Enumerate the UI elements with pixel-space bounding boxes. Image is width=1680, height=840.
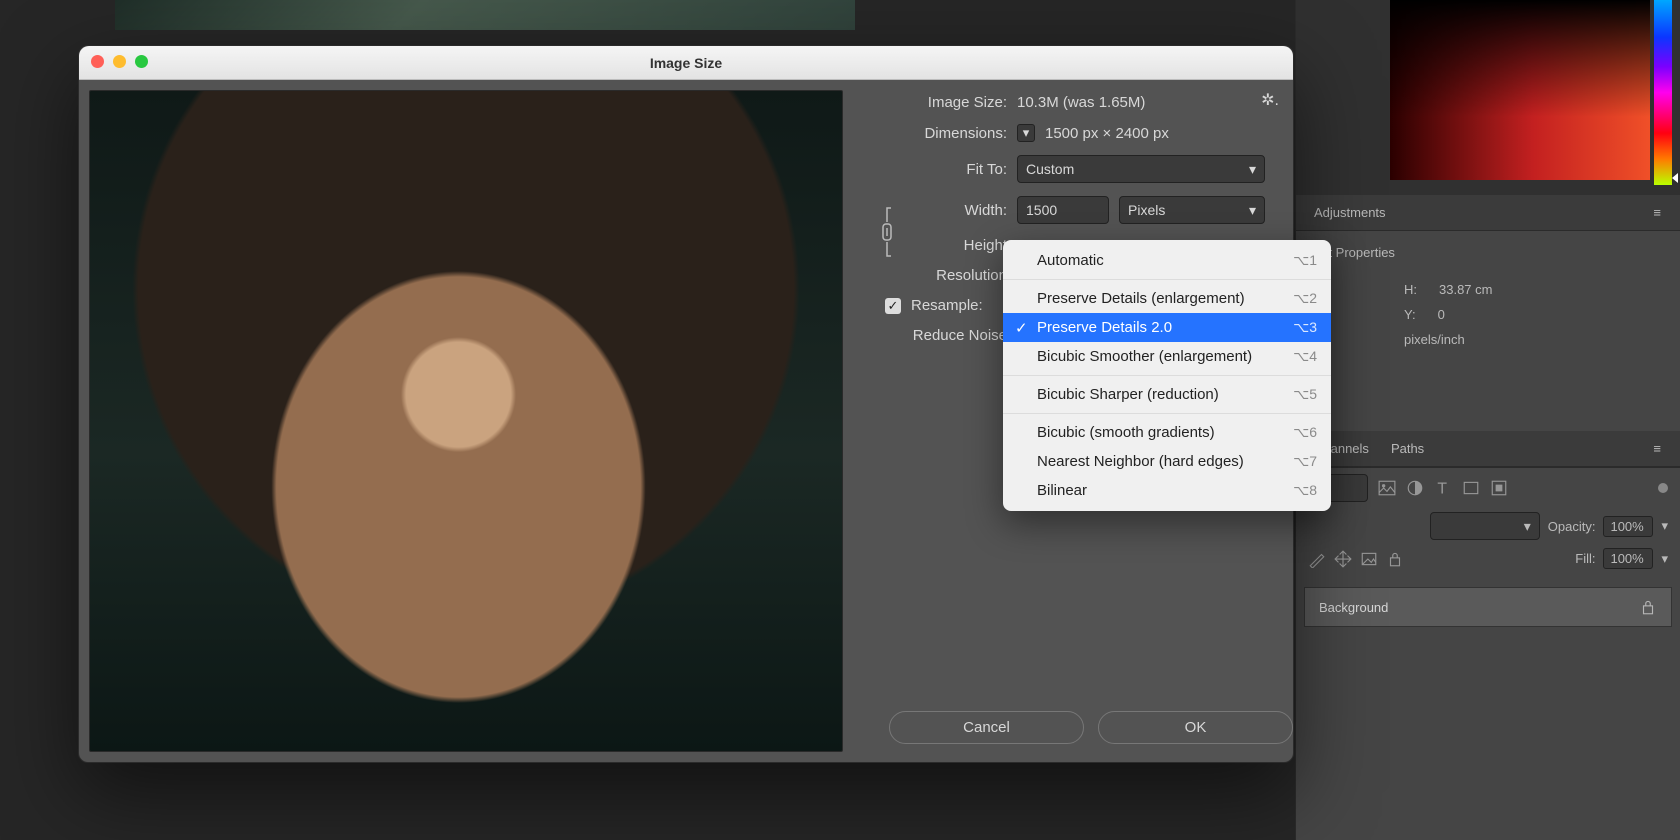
- resample-option[interactable]: Bicubic (smooth gradients) ⌥6: [1003, 418, 1331, 447]
- layers-filter-row: ▾ T: [1296, 467, 1680, 508]
- option-label: Bicubic (smooth gradients): [1037, 424, 1215, 441]
- resample-option[interactable]: Bicubic Sharper (reduction) ⌥5: [1003, 380, 1331, 409]
- option-label: Preserve Details 2.0: [1037, 319, 1172, 336]
- opacity-label: Opacity:: [1548, 519, 1596, 534]
- opacity-value[interactable]: 100%: [1603, 516, 1653, 537]
- option-shortcut: ⌥2: [1293, 290, 1317, 307]
- dialog-title: Image Size: [650, 55, 722, 71]
- fill-value[interactable]: 100%: [1603, 548, 1653, 569]
- option-label: Bicubic Sharper (reduction): [1037, 386, 1219, 403]
- prop-y-value: 0: [1438, 307, 1445, 322]
- fit-to-select[interactable]: Custom▾: [1017, 155, 1265, 183]
- image-size-value: 10.3M (was 1.65M): [1017, 94, 1145, 111]
- dimensions-value: 1500 px × 2400 px: [1045, 125, 1169, 142]
- cancel-button[interactable]: Cancel: [889, 711, 1084, 744]
- prop-h-value: 33.87 cm: [1439, 282, 1492, 297]
- filter-type-icon[interactable]: T: [1434, 479, 1452, 497]
- option-shortcut: ⌥5: [1293, 386, 1317, 403]
- color-field[interactable]: [1390, 0, 1650, 180]
- width-input[interactable]: 1500: [1017, 196, 1109, 224]
- option-shortcut: ⌥4: [1293, 348, 1317, 365]
- image-size-label: Image Size:: [877, 94, 1007, 111]
- panel-menu-icon[interactable]: ≡: [1647, 435, 1668, 462]
- layer-row[interactable]: Background: [1304, 587, 1672, 627]
- opacity-step-icon[interactable]: ▾: [1661, 518, 1668, 534]
- fill-label: Fill:: [1575, 551, 1595, 566]
- right-panels: Adjustments ≡ ent Properties H: 33.87 cm…: [1295, 0, 1680, 840]
- svg-text:T: T: [1437, 481, 1447, 497]
- fill-row: Fill: 100% ▾: [1296, 544, 1680, 573]
- color-picker-panel[interactable]: [1296, 0, 1680, 195]
- option-shortcut: ⌥3: [1293, 319, 1317, 336]
- filter-shape-icon[interactable]: [1462, 479, 1480, 497]
- minimize-icon[interactable]: [113, 55, 126, 68]
- ok-button[interactable]: OK: [1098, 711, 1293, 744]
- tab-paths[interactable]: Paths: [1385, 435, 1430, 462]
- resolution-label: Resolution: [877, 267, 1007, 284]
- reduce-noise-label: Reduce Noise: [877, 327, 1007, 344]
- option-label: Automatic: [1037, 252, 1104, 269]
- lock-all-icon[interactable]: [1386, 550, 1404, 568]
- tab-adjustments[interactable]: Adjustments: [1308, 199, 1392, 226]
- lock-pixels-icon[interactable]: [1308, 550, 1326, 568]
- panel-tabs-layers: Channels Paths ≡: [1296, 431, 1680, 467]
- lock-nested-icon[interactable]: [1360, 550, 1378, 568]
- dimensions-toggle[interactable]: ▾: [1017, 124, 1035, 142]
- zoom-icon[interactable]: [135, 55, 148, 68]
- resample-dropdown[interactable]: Automatic ⌥1 Preserve Details (enlargement…: [1003, 240, 1331, 511]
- fit-to-label: Fit To:: [877, 161, 1007, 178]
- preview-pane: [79, 80, 853, 762]
- hue-slider[interactable]: [1654, 0, 1672, 185]
- close-icon[interactable]: [91, 55, 104, 68]
- resample-option[interactable]: Preserve Details (enlargement) ⌥2: [1003, 284, 1331, 313]
- option-label: Preserve Details (enlargement): [1037, 290, 1245, 307]
- option-label: Bicubic Smoother (enlargement): [1037, 348, 1252, 365]
- panel-menu-icon[interactable]: ≡: [1647, 199, 1668, 226]
- lock-icon: [1639, 598, 1657, 616]
- properties-title: ent Properties: [1314, 245, 1662, 260]
- gear-icon[interactable]: ✲.: [1261, 90, 1279, 110]
- resample-option[interactable]: Nearest Neighbor (hard edges) ⌥7: [1003, 447, 1331, 476]
- layer-name: Background: [1319, 600, 1388, 615]
- lock-position-icon[interactable]: [1334, 550, 1352, 568]
- resample-option[interactable]: Automatic ⌥1: [1003, 246, 1331, 275]
- fit-to-value: Custom: [1026, 161, 1074, 177]
- resample-option[interactable]: Bilinear ⌥8: [1003, 476, 1331, 505]
- option-shortcut: ⌥7: [1293, 453, 1317, 470]
- resample-checkbox[interactable]: ✓: [885, 298, 901, 314]
- dialog-titlebar[interactable]: Image Size: [79, 46, 1293, 80]
- option-shortcut: ⌥8: [1293, 482, 1317, 499]
- filter-toggle-icon[interactable]: [1658, 483, 1668, 493]
- blend-mode-select[interactable]: ▾: [1430, 512, 1540, 540]
- prop-y-label: Y:: [1404, 307, 1416, 322]
- canvas-peek: [115, 0, 855, 30]
- resample-option[interactable]: Bicubic Smoother (enlargement) ⌥4: [1003, 342, 1331, 371]
- filter-smart-icon[interactable]: [1490, 479, 1508, 497]
- resample-label: Resample:: [911, 297, 983, 314]
- prop-h-label: H:: [1404, 282, 1417, 297]
- resample-option[interactable]: ✓Preserve Details 2.0⌥3: [1003, 313, 1331, 342]
- filter-image-icon[interactable]: [1378, 479, 1396, 497]
- preview-image[interactable]: [89, 90, 843, 752]
- properties-panel: ent Properties H: 33.87 cm Y: 0 pixels/i…: [1296, 231, 1680, 431]
- prop-ppi: pixels/inch: [1404, 332, 1465, 347]
- panel-tabs-properties: Adjustments ≡: [1296, 195, 1680, 231]
- filter-adjust-icon[interactable]: [1406, 479, 1424, 497]
- fill-step-icon[interactable]: ▾: [1661, 551, 1668, 567]
- option-label: Nearest Neighbor (hard edges): [1037, 453, 1244, 470]
- option-shortcut: ⌥6: [1293, 424, 1317, 441]
- opacity-row: ▾ Opacity: 100% ▾: [1296, 508, 1680, 544]
- option-shortcut: ⌥1: [1293, 252, 1317, 269]
- link-dimensions-icon[interactable]: [877, 204, 897, 260]
- option-label: Bilinear: [1037, 482, 1087, 499]
- width-unit-select[interactable]: Pixels▾: [1119, 196, 1265, 224]
- dimensions-label: Dimensions:: [877, 125, 1007, 142]
